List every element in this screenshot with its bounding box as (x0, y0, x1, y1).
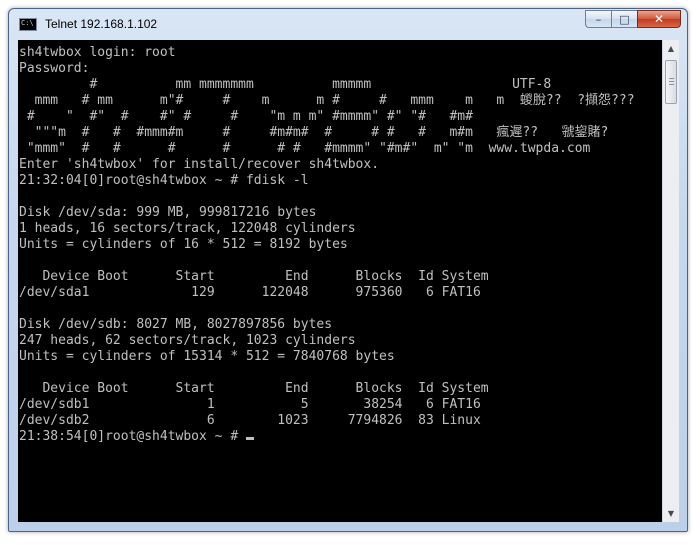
chevron-up-icon: ▲ (667, 44, 675, 53)
scroll-down-button[interactable]: ▼ (663, 505, 679, 522)
maximize-button[interactable]: □ (611, 10, 637, 28)
console-line: /dev/sdb2 6 1023 7794826 83 Linux (19, 413, 481, 428)
console-line: # " #" # #" # # "m m m" #mmmm" #" "# #m# (19, 109, 473, 124)
console-line: Disk /dev/sda: 999 MB, 999817216 bytes (19, 205, 317, 220)
thumb-grip-line (669, 78, 674, 79)
scroll-up-button[interactable]: ▲ (663, 40, 679, 57)
console-line: Units = cylinders of 15314 * 512 = 78407… (19, 349, 395, 364)
close-icon: ✕ (653, 12, 665, 26)
console-line: 1 heads, 16 sectors/track, 122048 cylind… (19, 221, 356, 236)
minimize-icon: – (595, 12, 602, 26)
telnet-window: C:\ Telnet 192.168.1.102 – □ ✕ sh4twbox … (8, 8, 688, 532)
console-line: # mm mmmmmmm mmmmm UTF-8 (19, 77, 552, 92)
minimize-button[interactable]: – (585, 10, 611, 28)
thumb-grip-line (669, 84, 674, 85)
vertical-scrollbar[interactable]: ▲ ▼ (662, 40, 679, 522)
window-title: Telnet 192.168.1.102 (45, 17, 158, 31)
console-line: /dev/sdb1 1 5 38254 6 FAT16 (19, 397, 481, 412)
console-line: /dev/sda1 129 122048 975360 6 FAT16 (19, 285, 481, 300)
console-app-icon-text: C:\ (21, 18, 34, 27)
console-line: "mmm" # # # # # # #mmmm" "#m#" m" "m www… (19, 141, 591, 156)
console-line: mmm # mm m"# # m m # # mmm m m 蝬脫?? ?擷怨?… (19, 93, 635, 108)
chevron-down-icon: ▼ (667, 509, 675, 518)
console-line: 21:38:54[0]root@sh4twbox ~ # (19, 429, 635, 445)
console-line: sh4twbox login: root (19, 45, 176, 60)
maximize-icon: □ (619, 12, 630, 26)
close-button[interactable]: ✕ (637, 10, 681, 28)
console-output[interactable]: sh4twbox login: root Password: # mm mmmmm… (18, 40, 662, 522)
console-line: """m # # #mmm#m # #m#m# # # # # m#m 瘋遲??… (19, 125, 609, 140)
thumb-grip-line (669, 81, 674, 82)
console-lines: sh4twbox login: root Password: # mm mmmmm… (19, 45, 635, 445)
console-line: Enter 'sh4twbox' for install/recover sh4… (19, 157, 380, 172)
title-bar[interactable]: C:\ Telnet 192.168.1.102 – □ ✕ (9, 9, 687, 39)
console-line: Units = cylinders of 16 * 512 = 8192 byt… (19, 237, 348, 252)
console-app-icon[interactable]: C:\ (19, 17, 37, 31)
console-line: Password: (19, 61, 90, 76)
text-cursor (245, 437, 254, 440)
console-line: 21:32:04[0]root@sh4twbox ~ # fdisk -l (19, 173, 309, 188)
console-line: Device Boot Start End Blocks Id System (19, 269, 489, 284)
console-line: Disk /dev/sdb: 8027 MB, 8027897856 bytes (19, 317, 333, 332)
console-line: 247 heads, 62 sectors/track, 1023 cylind… (19, 333, 356, 348)
console-line: Device Boot Start End Blocks Id System (19, 381, 489, 396)
caption-buttons: – □ ✕ (585, 10, 681, 28)
scrollbar-thumb[interactable] (665, 60, 677, 104)
